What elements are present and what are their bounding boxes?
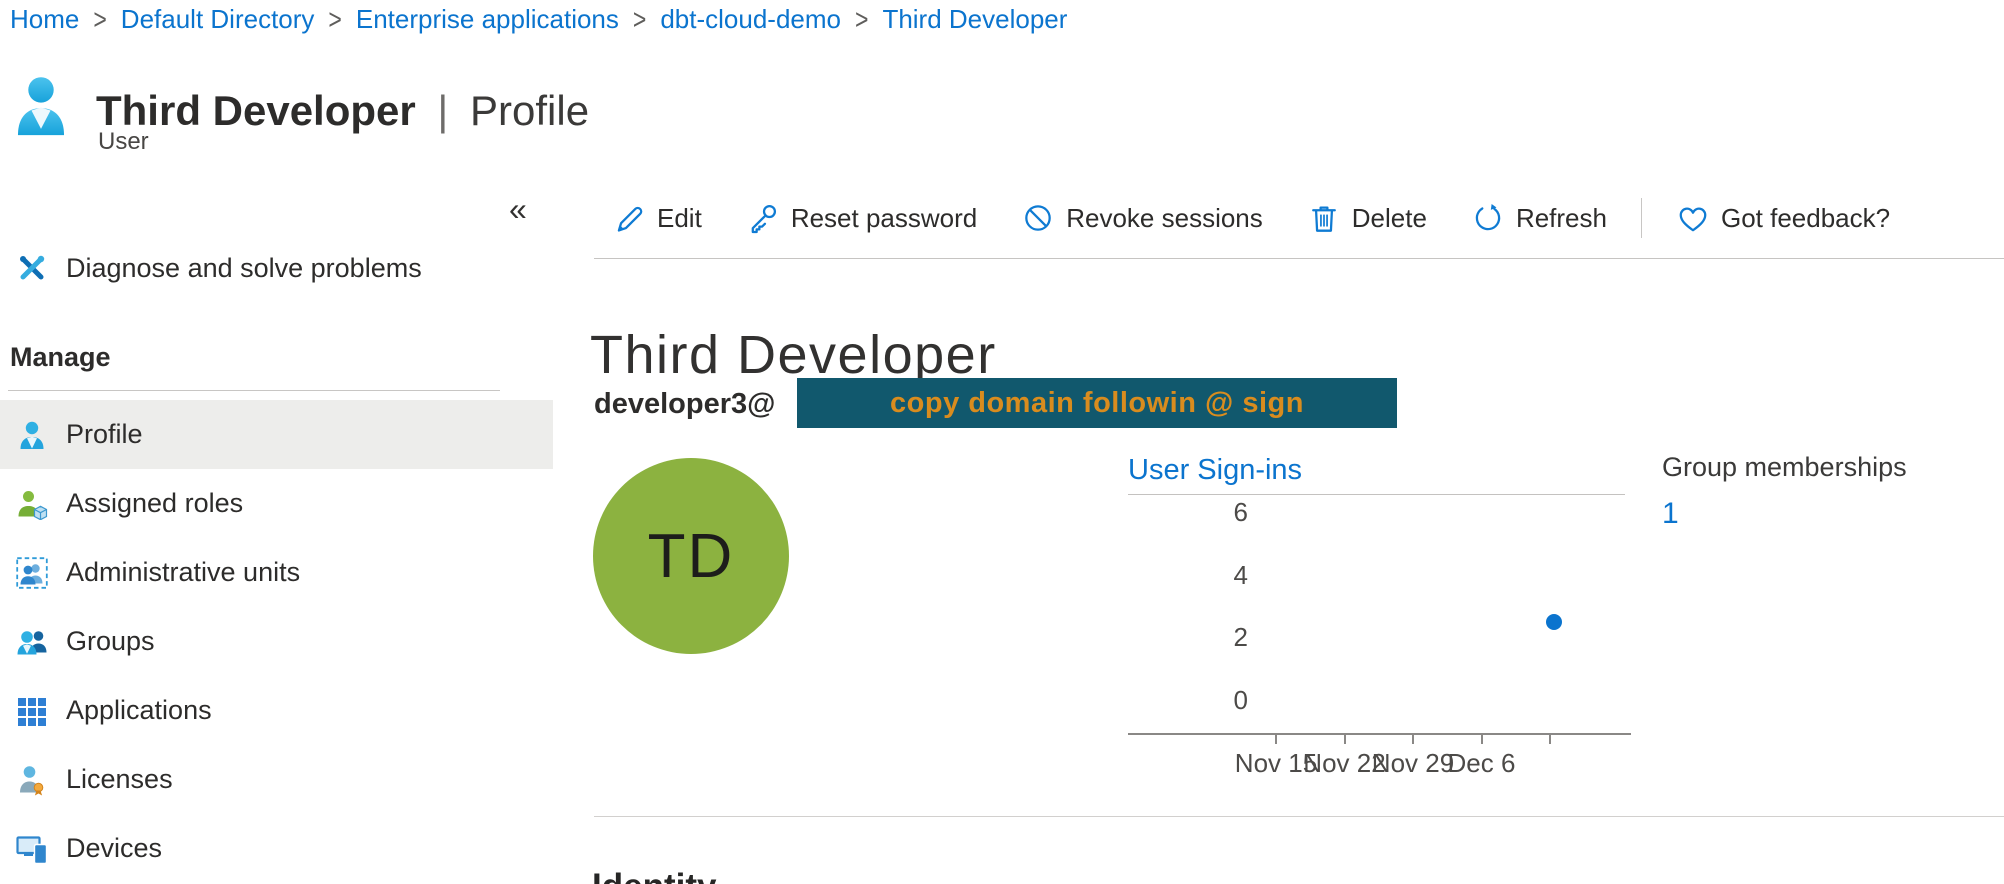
avatar: TD <box>593 458 789 654</box>
x-axis-tick <box>1275 735 1277 744</box>
licenses-icon <box>16 764 48 796</box>
sidebar-item-label: Applications <box>66 695 212 726</box>
y-axis-tick-label: 6 <box>1128 496 1248 528</box>
toolbar-label: Refresh <box>1516 203 1607 234</box>
breadcrumb-separator: > <box>855 3 868 37</box>
delete-button[interactable]: Delete <box>1285 201 1449 235</box>
devices-icon <box>16 833 48 865</box>
refresh-button[interactable]: Refresh <box>1449 201 1629 235</box>
toolbar-label: Delete <box>1352 203 1427 234</box>
sidebar-item-applications[interactable]: Applications <box>0 676 553 745</box>
heart-icon <box>1676 201 1710 235</box>
x-axis-tick <box>1344 735 1346 744</box>
administrative-units-icon <box>16 557 48 589</box>
sidebar-item-licenses[interactable]: Licenses <box>0 745 553 814</box>
y-axis-tick-label: 4 <box>1128 559 1248 591</box>
chart-canvas: 6420Nov 15Nov 22Nov 29Dec 6 <box>1128 452 1673 792</box>
trash-icon <box>1307 201 1341 235</box>
y-axis-tick-label: 0 <box>1128 684 1248 716</box>
data-point <box>1546 614 1562 630</box>
group-memberships-label: Group memberships <box>1662 452 1907 483</box>
section-divider <box>594 816 2004 817</box>
toolbar-label: Reset password <box>791 203 977 234</box>
applications-grid-icon <box>16 695 48 727</box>
toolbar-label: Got feedback? <box>1721 203 1890 234</box>
sidebar: Diagnose and solve problems Manage Profi… <box>0 0 553 884</box>
command-bar: Edit Reset password Revoke sessions <box>590 192 1912 244</box>
group-memberships-block: Group memberships 1 <box>1662 452 1907 531</box>
identity-section-heading: Identity <box>592 867 716 884</box>
y-axis-tick-label: 2 <box>1128 621 1248 653</box>
profile-user-icon <box>16 419 48 451</box>
sidebar-item-label: Assigned roles <box>66 488 243 519</box>
toolbar-label: Revoke sessions <box>1066 203 1263 234</box>
edit-button[interactable]: Edit <box>590 201 724 235</box>
block-icon <box>1021 201 1055 235</box>
group-memberships-count-link[interactable]: 1 <box>1662 497 1907 531</box>
user-display-name: Third Developer <box>590 324 997 386</box>
sidebar-item-label: Devices <box>66 833 162 864</box>
breadcrumb-separator: > <box>633 3 646 37</box>
revoke-sessions-button[interactable]: Revoke sessions <box>999 201 1285 235</box>
key-icon <box>746 201 780 235</box>
sidebar-section-manage: Manage <box>10 342 111 373</box>
sidebar-item-label: Administrative units <box>66 557 300 588</box>
sidebar-item-devices[interactable]: Devices <box>0 814 553 883</box>
toolbar-divider <box>1641 198 1642 238</box>
diagnose-tools-icon <box>16 252 48 284</box>
sidebar-item-groups[interactable]: Groups <box>0 607 553 676</box>
breadcrumb-third-developer[interactable]: Third Developer <box>882 4 1067 35</box>
groups-icon <box>16 626 48 658</box>
x-axis-tick-label: Dec 6 <box>1434 748 1530 779</box>
x-axis-tick <box>1412 735 1414 744</box>
sidebar-item-label: Profile <box>66 419 143 450</box>
sidebar-item-assigned-roles[interactable]: Assigned roles <box>0 469 553 538</box>
sidebar-item-label: Licenses <box>66 764 173 795</box>
upn-domain-redaction: copy domain followin @ sign <box>797 378 1397 428</box>
got-feedback-button[interactable]: Got feedback? <box>1654 201 1912 235</box>
assigned-roles-icon <box>16 488 48 520</box>
toolbar-label: Edit <box>657 203 702 234</box>
pencil-icon <box>612 201 646 235</box>
x-axis-tick <box>1549 735 1551 744</box>
sidebar-item-administrative-units[interactable]: Administrative units <box>0 538 553 607</box>
upn-prefix: developer3@ <box>594 388 775 421</box>
refresh-icon <box>1471 201 1505 235</box>
toolbar-rule <box>594 258 2004 259</box>
sidebar-item-label: Diagnose and solve problems <box>66 253 422 284</box>
x-axis-line <box>1128 733 1631 735</box>
reset-password-button[interactable]: Reset password <box>724 201 999 235</box>
sidebar-item-diagnose[interactable]: Diagnose and solve problems <box>0 242 553 294</box>
sidebar-item-profile[interactable]: Profile <box>0 400 553 469</box>
x-axis-tick <box>1481 735 1483 744</box>
user-sign-ins-chart: User Sign-ins 6420Nov 15Nov 22Nov 29Dec … <box>1128 452 1673 792</box>
sidebar-section-divider <box>8 390 500 391</box>
azure-user-profile-page: Home > Default Directory > Enterprise ap… <box>0 0 2004 884</box>
breadcrumb-dbt-cloud-demo[interactable]: dbt-cloud-demo <box>660 4 841 35</box>
sidebar-item-label: Groups <box>66 626 155 657</box>
